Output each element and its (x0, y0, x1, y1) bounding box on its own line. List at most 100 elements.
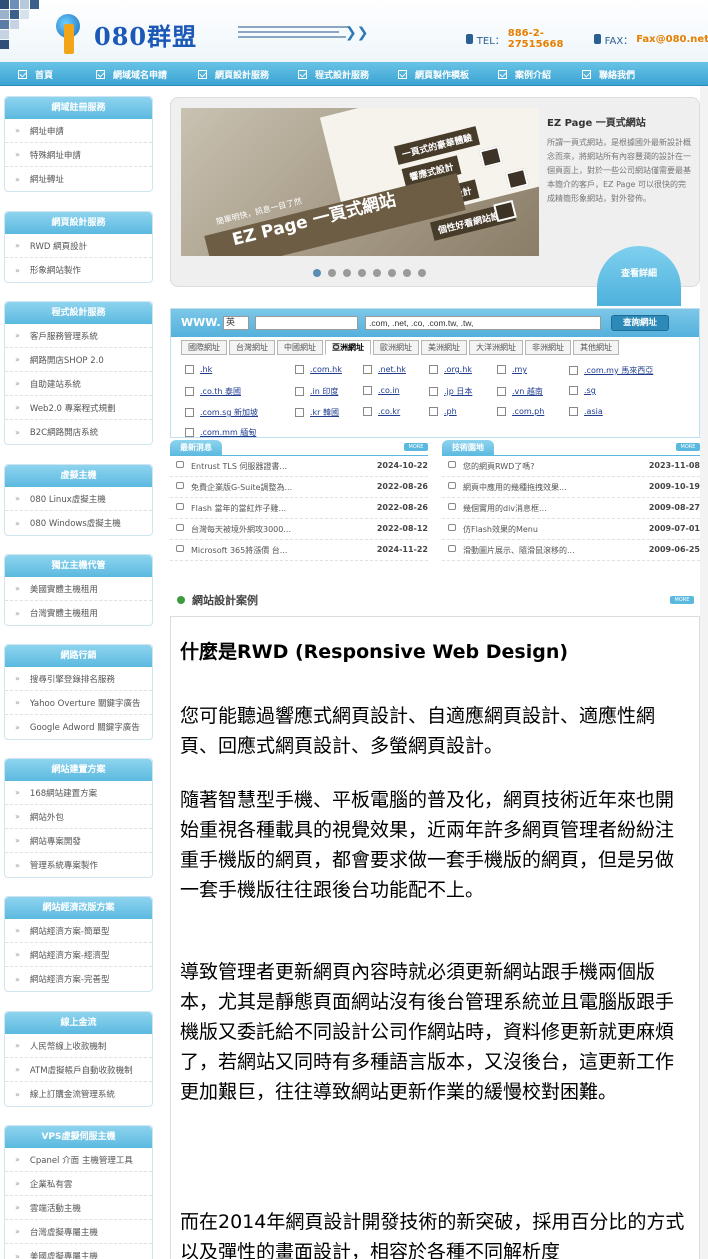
news-row[interactable]: Flash 當年的當紅炸子雞... 2022-08-26 (170, 498, 428, 519)
tld-option[interactable]: .ph (429, 407, 457, 416)
sidebar-item[interactable]: » 搜尋引擎登錄排名服務 (5, 667, 152, 691)
slider-dot[interactable] (328, 269, 336, 277)
nav-item-contact[interactable]: 聯絡我們 (582, 66, 635, 82)
tld-option[interactable]: .co.th 泰國 (185, 386, 241, 397)
tld-option[interactable]: .com.ph (497, 407, 544, 416)
slider-dot[interactable] (388, 269, 396, 277)
tld-option[interactable]: .com.sg 新加坡 (185, 407, 258, 418)
slider-dot[interactable] (343, 269, 351, 277)
checkbox[interactable] (295, 387, 304, 396)
sidebar-item[interactable]: » 網站專案開發 (5, 829, 152, 853)
tld-option[interactable]: .asia (569, 407, 603, 416)
checkbox[interactable] (363, 386, 372, 395)
sidebar-item[interactable]: » 168網站建置方案 (5, 781, 152, 805)
sidebar-item[interactable]: » 客戶服務管理系統 (5, 324, 152, 348)
checkbox[interactable] (363, 407, 372, 416)
sidebar-item[interactable]: » 美國實體主機租用 (5, 577, 152, 601)
nav-item-templates[interactable]: 網頁製作模板 (398, 66, 469, 82)
news-row[interactable]: Microsoft 365將漲價 台... 2024-11-22 (170, 540, 428, 561)
tab-america[interactable]: 美洲網址 (421, 340, 467, 355)
tld-option[interactable]: .vn 越南 (497, 386, 543, 397)
slider-dot[interactable] (313, 269, 321, 277)
sidebar-item[interactable]: » 雲端活動主機 (5, 1196, 152, 1220)
sidebar-item[interactable]: » 自助建站系統 (5, 372, 152, 396)
sidebar-item[interactable]: » 網路開店SHOP 2.0 (5, 348, 152, 372)
news-row[interactable]: 仿Flash效果的Menu 2009-07-01 (442, 519, 700, 540)
checkbox[interactable] (569, 366, 578, 375)
news-row[interactable]: 台灣每天被境外網攻3000... 2022-08-12 (170, 519, 428, 540)
sidebar-item[interactable]: » 網站經濟方案-簡單型 (5, 919, 152, 943)
sidebar-item[interactable]: » 網站經濟方案-完善型 (5, 967, 152, 991)
slider-dot[interactable] (358, 269, 366, 277)
tld-input[interactable] (365, 316, 601, 330)
tld-option[interactable]: .hk (185, 365, 212, 374)
sidebar-item[interactable]: » Yahoo Overture 關鍵字廣告 (5, 691, 152, 715)
sidebar-item[interactable]: » 人民幣線上收款機制 (5, 1034, 152, 1058)
news-row[interactable]: 免費企業版G-Suite調整為... 2022-08-26 (170, 477, 428, 498)
checkbox[interactable] (497, 365, 506, 374)
tab-taiwan[interactable]: 台灣網址 (229, 340, 275, 355)
domain-input[interactable] (255, 316, 358, 330)
sidebar-item[interactable]: » 台灣虛擬專屬主機 (5, 1220, 152, 1244)
checkbox[interactable] (295, 365, 304, 374)
sidebar-item[interactable]: » 管理系統專案製作 (5, 853, 152, 877)
checkbox[interactable] (429, 365, 438, 374)
sidebar-item[interactable]: » 網站經濟方案-經濟型 (5, 943, 152, 967)
tld-option[interactable]: .jp 日本 (429, 386, 472, 397)
tab-international[interactable]: 國際網址 (181, 340, 227, 355)
sidebar-item[interactable]: » Web2.0 專案程式規劃 (5, 396, 152, 420)
tld-option[interactable]: .sg (569, 386, 596, 395)
sidebar-item[interactable]: » 形象網站製作 (5, 258, 152, 282)
tld-option[interactable]: .org.hk (429, 365, 472, 374)
page-scrollbar[interactable] (700, 86, 708, 1259)
nav-item-cases[interactable]: 案例介紹 (498, 66, 551, 82)
tab-africa[interactable]: 非洲網址 (525, 340, 571, 355)
sidebar-item[interactable]: » 080 Windows虛擬主機 (5, 511, 152, 535)
checkbox[interactable] (569, 386, 578, 395)
sidebar-item[interactable]: » 企業私有雲 (5, 1172, 152, 1196)
checkbox[interactable] (569, 407, 578, 416)
slider-dot[interactable] (403, 269, 411, 277)
more-button[interactable]: MORE (676, 443, 700, 451)
tab-europe[interactable]: 歐洲網址 (373, 340, 419, 355)
checkbox[interactable] (363, 365, 372, 374)
sidebar-item[interactable]: » RWD 網頁設計 (5, 234, 152, 258)
checkbox[interactable] (497, 387, 506, 396)
nav-item-programming[interactable]: 程式設計服務 (298, 66, 369, 82)
tld-option[interactable]: .in 印度 (295, 386, 338, 397)
sidebar-item[interactable]: » Cpanel 介面 主機管理工具 (5, 1148, 152, 1172)
tld-option[interactable]: .net.hk (363, 365, 406, 374)
sidebar-item[interactable]: » 特殊網址申請 (5, 143, 152, 167)
checkbox[interactable] (295, 408, 304, 417)
logo[interactable]: 080群盟 (54, 14, 197, 54)
news-row[interactable]: 滑動圖片展示、隨滑鼠滾移的... 2009-06-25 (442, 540, 700, 561)
tab-oceania[interactable]: 大洋洲網址 (469, 340, 523, 355)
sidebar-item[interactable]: » 台灣實體主機租用 (5, 601, 152, 625)
checkbox[interactable] (429, 407, 438, 416)
view-details-button[interactable]: 查看詳細 (597, 246, 681, 306)
tab-asia[interactable]: 亞洲網址 (325, 340, 371, 355)
slider-dot[interactable] (418, 269, 426, 277)
tld-option[interactable]: .kr 韓國 (295, 407, 339, 418)
sidebar-item[interactable]: » B2C網路開店系統 (5, 420, 152, 444)
more-button[interactable]: MORE (670, 596, 694, 604)
tab-china[interactable]: 中國網址 (277, 340, 323, 355)
tld-option[interactable]: .com.hk (295, 365, 342, 374)
checkbox[interactable] (185, 408, 194, 417)
checkbox[interactable] (185, 387, 194, 396)
tld-option[interactable]: .co.in (363, 386, 400, 395)
checkbox[interactable] (185, 365, 194, 374)
tld-option[interactable]: .com.mm 緬甸 (185, 427, 256, 438)
sidebar-item[interactable]: » 網址申請 (5, 119, 152, 143)
language-select[interactable]: 英 (223, 316, 249, 330)
tld-option[interactable]: .my (497, 365, 527, 374)
nav-item-home[interactable]: 首頁 (18, 66, 53, 82)
tld-option[interactable]: .com.my 馬來西亞 (569, 365, 653, 376)
tld-option[interactable]: .co.kr (363, 407, 400, 416)
nav-item-domain[interactable]: 網域域名申請 (96, 66, 167, 82)
more-button[interactable]: MORE (404, 443, 428, 451)
checkbox[interactable] (429, 387, 438, 396)
news-row[interactable]: 幾個實用的div消息框... 2009-08-27 (442, 498, 700, 519)
slider-dot[interactable] (373, 269, 381, 277)
news-row[interactable]: 您的網頁RWD了嗎? 2023-11-08 (442, 456, 700, 477)
